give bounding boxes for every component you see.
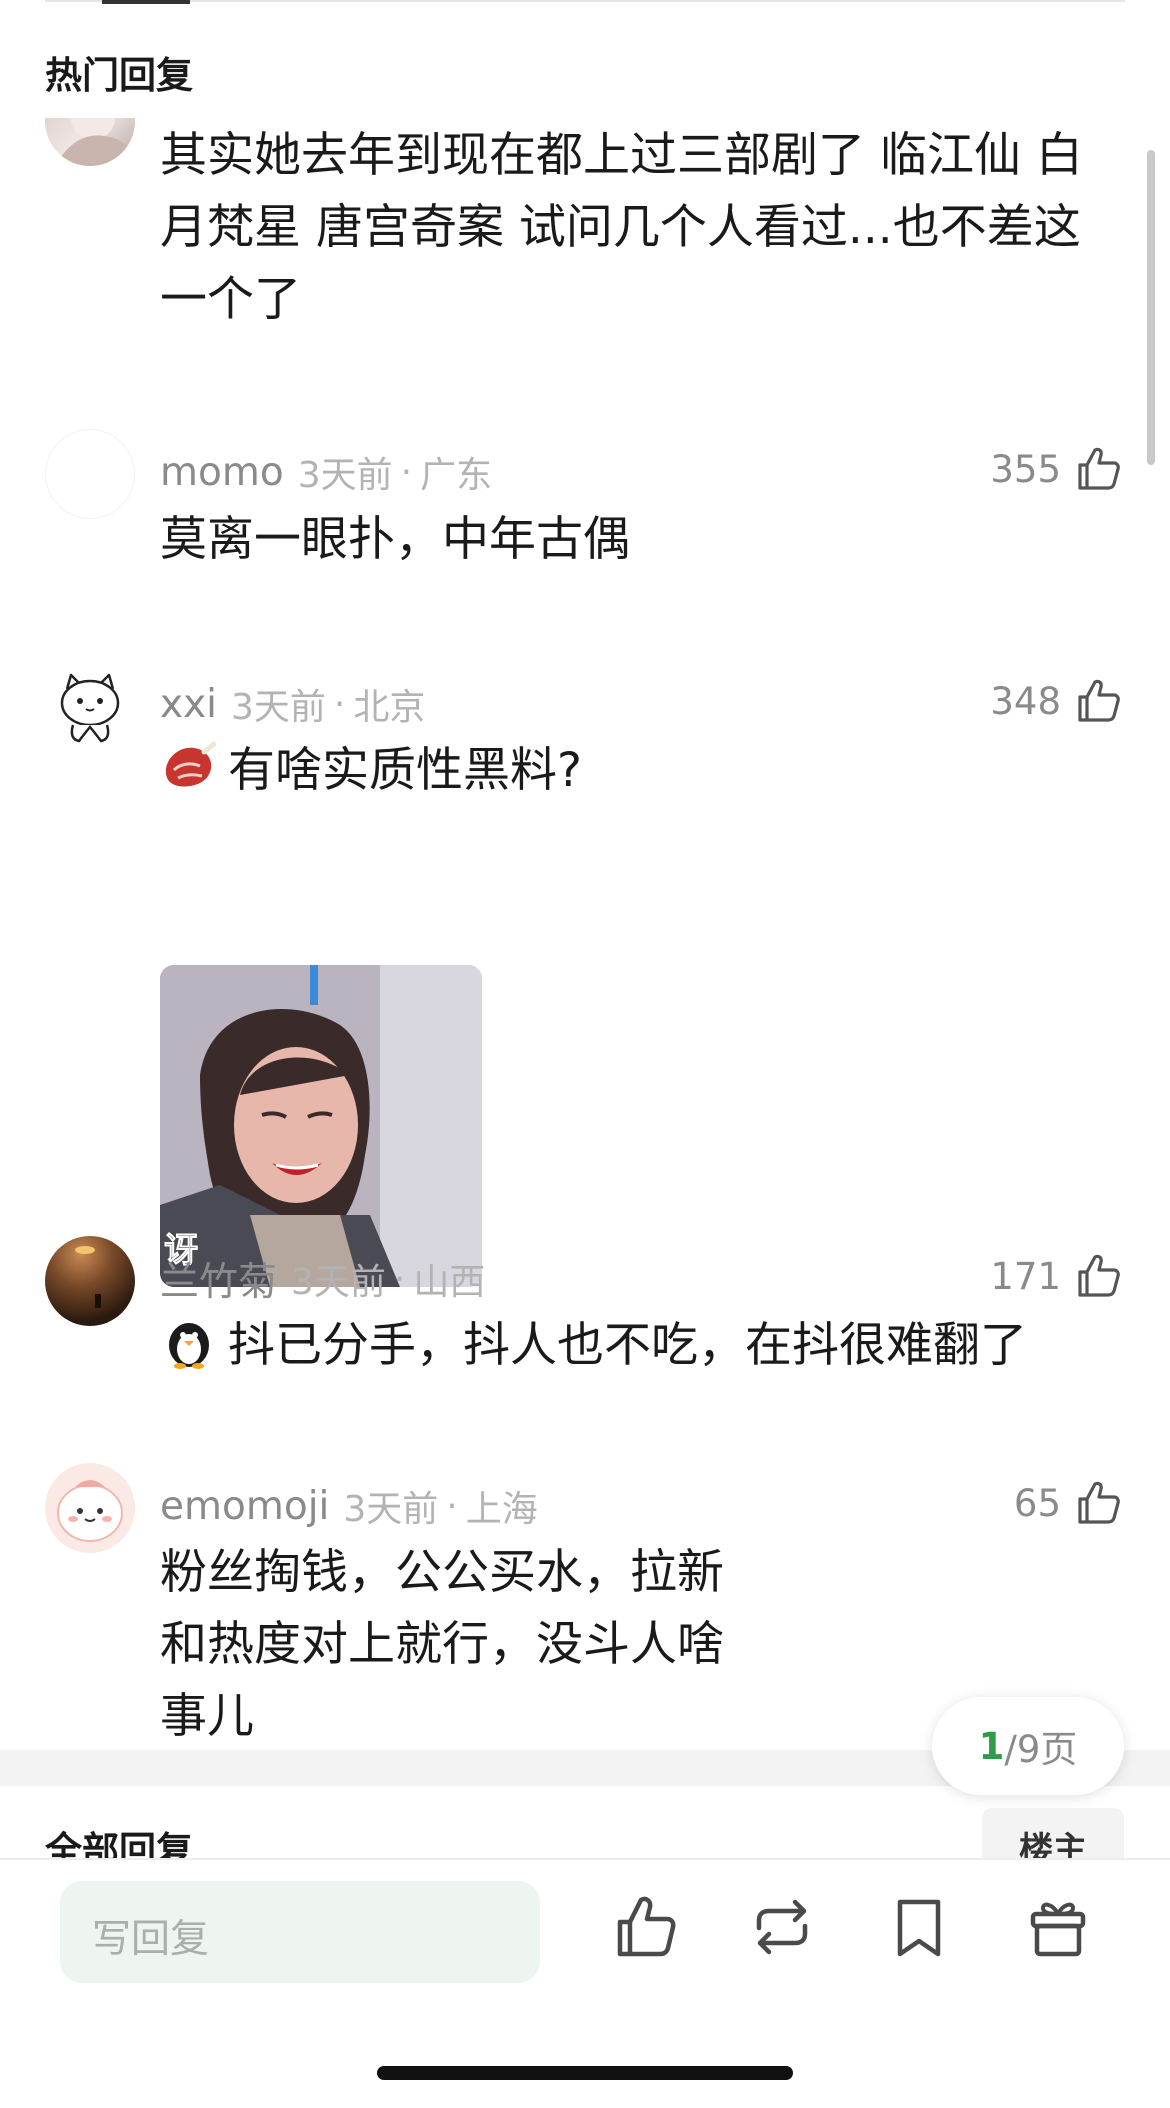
tab-indicator xyxy=(102,0,190,4)
like-count: 355 xyxy=(990,447,1061,491)
meat-emoji xyxy=(165,741,217,787)
location: 山西 xyxy=(413,1262,486,1303)
avatar[interactable] xyxy=(45,1463,135,1553)
comment-meta: 兰竹菊 3天前 · 山西 xyxy=(160,1251,486,1307)
top-divider xyxy=(45,0,1125,2)
comment-text-row: 抖已分手，抖人也不吃，在抖很难翻了 xyxy=(160,1310,1110,1382)
like-count: 171 xyxy=(990,1254,1061,1298)
owner-only-filter[interactable]: 楼主 xyxy=(982,1808,1124,1858)
meta-separator: · xyxy=(333,683,346,725)
home-indicator[interactable] xyxy=(377,2066,793,2080)
like-button[interactable]: 355 xyxy=(990,444,1123,494)
comment-text: 抖已分手，抖人也不吃，在抖很难翻了 xyxy=(228,1318,1027,1373)
bottom-action-bar: 写回复 xyxy=(0,1858,1170,2108)
comment-text-row: 有啥实质性黑料? xyxy=(160,735,1110,807)
comment-list[interactable]: 其实她去年到现在都上过三部剧了 临江仙 白月梵星 唐宫奇案 试问几个人看过...… xyxy=(0,118,1170,1750)
timestamp: 3天前 xyxy=(343,1489,439,1530)
total-pages: /9页 xyxy=(1004,1728,1078,1771)
meta-separator: · xyxy=(393,1258,406,1300)
hot-replies-heading: 热门回复 xyxy=(45,54,193,97)
comment-image[interactable]: 讶 xyxy=(160,965,482,1287)
reply-input[interactable]: 写回复 xyxy=(60,1881,540,1983)
comment-meta: momo 3天前 · 广东 xyxy=(160,446,492,498)
location: 北京 xyxy=(353,687,426,728)
meta-separator: · xyxy=(400,451,413,493)
thumbs-up-icon xyxy=(1078,679,1120,722)
timestamp: 3天前 xyxy=(297,455,393,496)
scrollbar[interactable] xyxy=(1147,150,1155,465)
username[interactable]: 兰竹菊 xyxy=(160,1251,277,1307)
penguin-emoji xyxy=(169,1323,209,1369)
location: 广东 xyxy=(420,455,493,496)
thumbs-up-icon[interactable] xyxy=(610,1892,680,1962)
like-button[interactable]: 171 xyxy=(990,1251,1123,1301)
username[interactable]: xxi xyxy=(160,682,217,727)
avatar[interactable] xyxy=(45,118,135,166)
meta-separator: · xyxy=(446,1485,458,1527)
timestamp: 3天前 xyxy=(231,687,326,728)
like-count: 65 xyxy=(1013,1481,1061,1525)
username[interactable]: emomoji xyxy=(160,1484,329,1529)
like-button[interactable]: 348 xyxy=(990,676,1123,726)
username[interactable]: momo xyxy=(160,450,284,495)
page-indicator[interactable]: 1/9页 xyxy=(932,1697,1124,1795)
comment-text: 其实她去年到现在都上过三部剧了 临江仙 白月梵星 唐宫奇案 试问几个人看过...… xyxy=(160,128,1083,327)
location: 上海 xyxy=(465,1489,538,1530)
like-count: 348 xyxy=(990,679,1061,723)
avatar[interactable] xyxy=(45,661,135,751)
thumbs-up-icon xyxy=(1078,447,1120,490)
comment-meta: xxi 3天前 · 北京 xyxy=(160,678,425,730)
comment-meta: emomoji 3天前 · 上海 xyxy=(160,1480,538,1532)
gift-icon[interactable] xyxy=(1023,1892,1093,1962)
like-button[interactable]: 65 xyxy=(1014,1478,1123,1528)
current-page: 1 xyxy=(978,1724,1005,1768)
bookmark-icon[interactable] xyxy=(884,1892,954,1962)
repost-icon[interactable] xyxy=(747,1892,817,1962)
thumbs-up-icon xyxy=(1078,1481,1120,1524)
comment-text: 粉丝掏钱，公公买水，拉新和热度对上就行，没斗人啥事儿 xyxy=(160,1545,724,1744)
timestamp: 3天前 xyxy=(291,1262,386,1303)
thumbs-up-icon xyxy=(1078,1254,1120,1297)
avatar[interactable] xyxy=(45,1236,135,1326)
all-replies-heading: 全部回复 xyxy=(45,1829,193,1858)
comment-text: 有啥实质性黑料? xyxy=(228,743,582,798)
avatar[interactable] xyxy=(45,429,135,519)
comment-text: 莫离一眼扑，中年古偶 xyxy=(160,512,630,567)
